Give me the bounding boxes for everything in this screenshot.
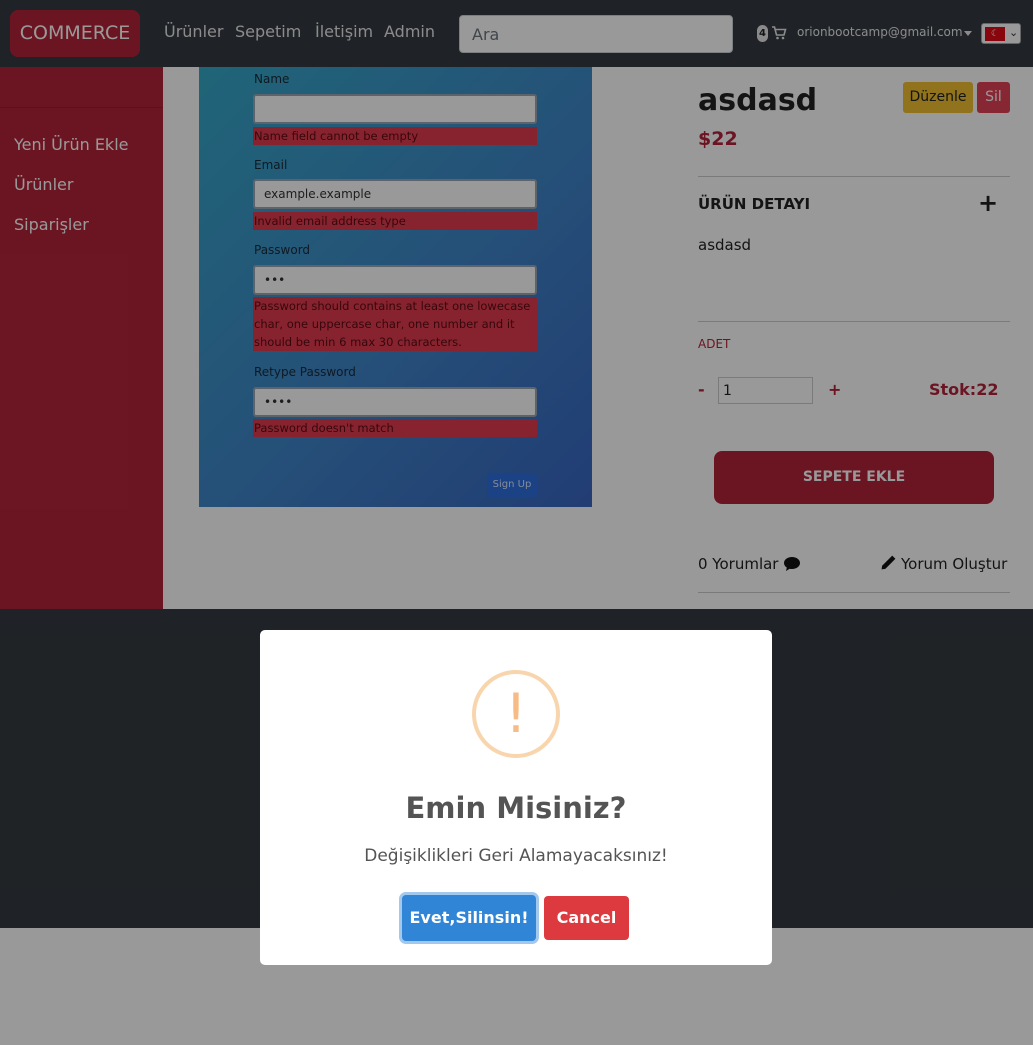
confirm-delete-dialog: ! Emin Misiniz? Değişiklikleri Geri Alam… <box>260 630 772 965</box>
dialog-title: Emin Misiniz? <box>405 791 627 825</box>
dialog-message: Değişiklikleri Geri Alamayacaksınız! <box>364 846 668 866</box>
cancel-button[interactable]: Cancel <box>544 896 629 940</box>
confirm-delete-button[interactable]: Evet,Silinsin! <box>402 895 536 941</box>
warning-icon: ! <box>472 670 560 758</box>
